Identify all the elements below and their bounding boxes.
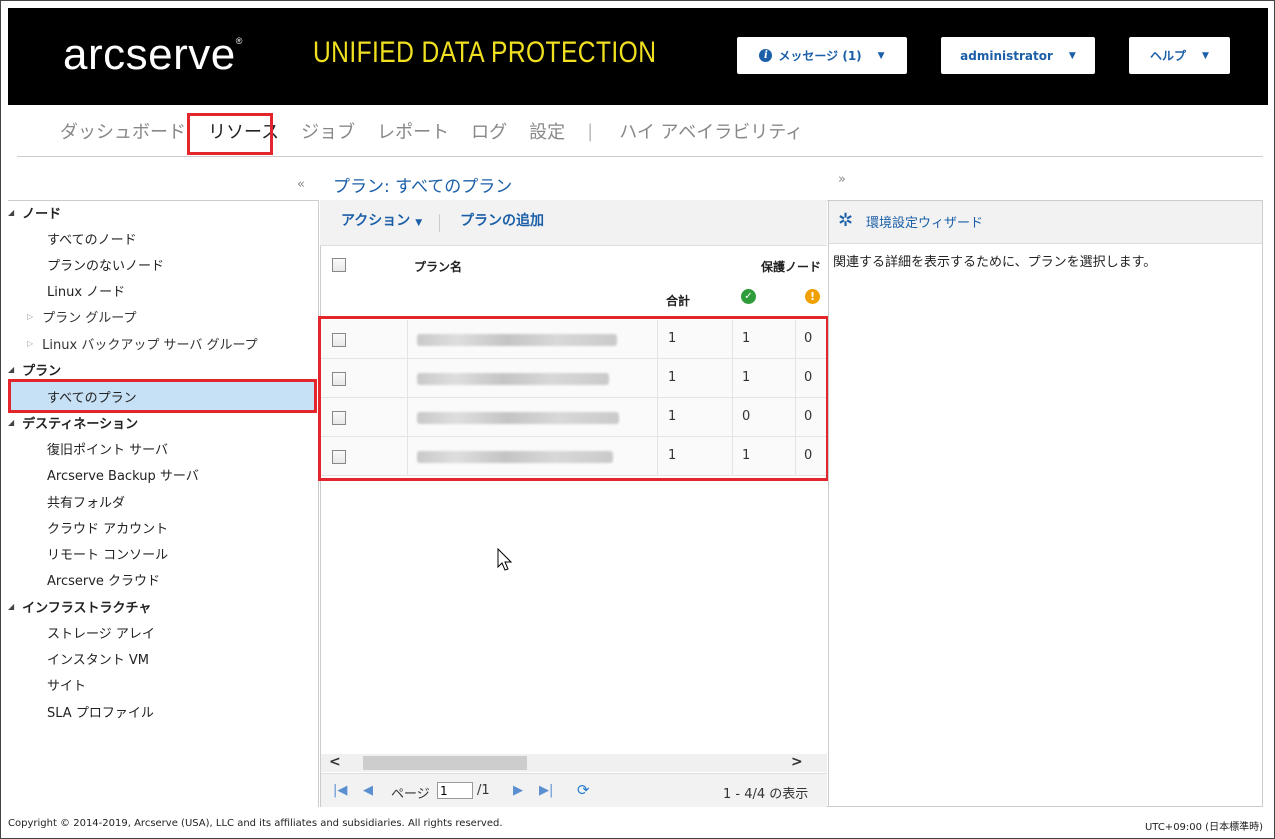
arcserve-logo: arcserve® [63, 30, 243, 79]
user-label: administrator [960, 48, 1053, 63]
gear-icon[interactable]: ✲ [838, 210, 853, 231]
nav-highlight-box [187, 113, 273, 155]
help-label: ヘルプ [1150, 49, 1187, 63]
grid-pager: |◀ ◀ ページ /1 ▶ ▶| ⟳ 1 - 4/4 の表示 [321, 773, 827, 807]
column-plan-name[interactable]: プラン名 [414, 258, 462, 275]
nav-high-availability[interactable]: ハイ アベイラビリティ [619, 118, 803, 144]
nav-logs[interactable]: ログ [471, 118, 507, 144]
chevron-down-icon: ▼ [1068, 50, 1076, 61]
help-button[interactable]: ヘルプ ▼ [1129, 37, 1230, 74]
scrollbar-thumb[interactable] [363, 756, 527, 770]
expanded-triangle-icon: ◢ [8, 207, 15, 217]
toolbar-separator [439, 214, 440, 232]
timezone-text: UTC+09:00 (日本標準時) [1144, 822, 1263, 833]
info-icon: i [759, 49, 773, 62]
tree-category-infrastructure[interactable]: ◢ インフラストラクチャ [8, 594, 151, 618]
tree-item-all-nodes[interactable]: すべてのノード [47, 226, 137, 250]
chevron-down-icon: ▼ [877, 50, 885, 61]
collapsed-triangle-icon: ▷ [27, 338, 34, 348]
user-menu-button[interactable]: administrator ▼ [941, 37, 1095, 74]
column-protected-nodes[interactable]: 保護ノード [761, 258, 821, 275]
refresh-icon[interactable]: ⟳ [577, 781, 590, 799]
tree-category-plans[interactable]: ◢ プラン [8, 357, 61, 381]
actions-menu-button[interactable]: アクション ▼ [341, 210, 422, 230]
scroll-left-icon[interactable]: < [329, 754, 341, 770]
prev-page-icon[interactable]: ◀ [363, 783, 373, 798]
messages-label: メッセージ (1) [778, 49, 862, 63]
tree-item-sites[interactable]: サイト [47, 672, 86, 696]
scroll-right-icon[interactable]: > [791, 754, 803, 770]
config-wizard-link[interactable]: 環境設定ウィザード [866, 212, 983, 231]
tree-category-destinations[interactable]: ◢ デスティネーション [8, 410, 138, 434]
tree-item-remote-console[interactable]: リモート コンソール [47, 541, 168, 565]
nav-dashboard[interactable]: ダッシュボード [60, 118, 186, 144]
tree-item-storage-array[interactable]: ストレージ アレイ [47, 620, 155, 644]
page-number-input[interactable] [437, 782, 473, 799]
display-count: 1 - 4/4 の表示 [723, 787, 809, 802]
app-header: arcserve® UNIFIED DATA PROTECTION i メッセー… [8, 8, 1268, 105]
tree-item-arcserve-cloud[interactable]: Arcserve クラウド [47, 567, 160, 591]
nav-jobs[interactable]: ジョブ [301, 118, 355, 144]
expanded-triangle-icon: ◢ [8, 601, 15, 611]
nav-divider [17, 156, 1263, 157]
tree-item-shared-folder[interactable]: 共有フォルダ [47, 489, 125, 513]
expanded-triangle-icon: ◢ [8, 417, 15, 427]
tree-item-nodes-without-plan[interactable]: プランのないノード [47, 252, 164, 276]
product-title: UNIFIED DATA PROTECTION [313, 36, 657, 69]
next-page-icon[interactable]: ▶ [513, 783, 523, 798]
collapse-left-icon[interactable]: « [297, 177, 305, 192]
copyright-text: Copyright © 2014-2019, Arcserve (USA), L… [8, 818, 503, 829]
tree-category-nodes[interactable]: ◢ ノード [8, 200, 61, 224]
tree-item-linux-backup-server-group[interactable]: ▷ Linux バックアップ サーバ グループ [27, 331, 258, 355]
messages-button[interactable]: i メッセージ (1) ▼ [737, 37, 907, 74]
tree-item-cloud-account[interactable]: クラウド アカウント [47, 515, 168, 539]
details-panel [828, 200, 1263, 807]
first-page-icon[interactable]: |◀ [333, 783, 347, 798]
details-hint-text: 関連する詳細を表示するために、プランを選択します。 [833, 255, 1157, 270]
tree-item-instant-vm[interactable]: インスタント VM [47, 646, 149, 670]
nav-separator: | [587, 120, 594, 142]
chevron-down-icon: ▼ [415, 218, 423, 228]
tree-highlight-box [8, 379, 317, 413]
collapsed-triangle-icon: ▷ [27, 311, 34, 321]
main-nav: ダッシュボード リソース ジョブ レポート ログ 設定 | ハイ アベイラビリテ… [60, 118, 825, 144]
add-plan-button[interactable]: プランの追加 [460, 210, 544, 230]
tree-item-sla-profile[interactable]: SLA プロファイル [47, 699, 154, 723]
column-total[interactable]: 合計 [666, 292, 690, 309]
page-total: /1 [477, 783, 490, 798]
expand-right-icon[interactable]: » [838, 172, 846, 187]
horizontal-scrollbar[interactable]: < > [321, 754, 827, 772]
mouse-cursor-icon [497, 548, 513, 571]
tree-item-rps[interactable]: 復旧ポイント サーバ [47, 436, 168, 460]
check-circle-icon: ✓ [741, 289, 756, 304]
warning-circle-icon: ! [805, 289, 820, 304]
page-label: ページ [391, 787, 430, 802]
expanded-triangle-icon: ◢ [8, 364, 15, 374]
tree-item-arcserve-backup-server[interactable]: Arcserve Backup サーバ [47, 462, 199, 486]
tree-item-linux-nodes[interactable]: Linux ノード [47, 278, 125, 302]
nav-reports[interactable]: レポート [377, 118, 449, 144]
chevron-down-icon: ▼ [1202, 50, 1209, 61]
select-all-checkbox[interactable] [332, 258, 346, 272]
last-page-icon[interactable]: ▶| [539, 783, 553, 798]
tree-item-plan-group[interactable]: ▷ プラン グループ [27, 304, 137, 328]
rows-highlight-box [318, 316, 829, 481]
page-title: プラン: すべてのプラン [333, 177, 513, 197]
nav-settings[interactable]: 設定 [529, 118, 565, 144]
